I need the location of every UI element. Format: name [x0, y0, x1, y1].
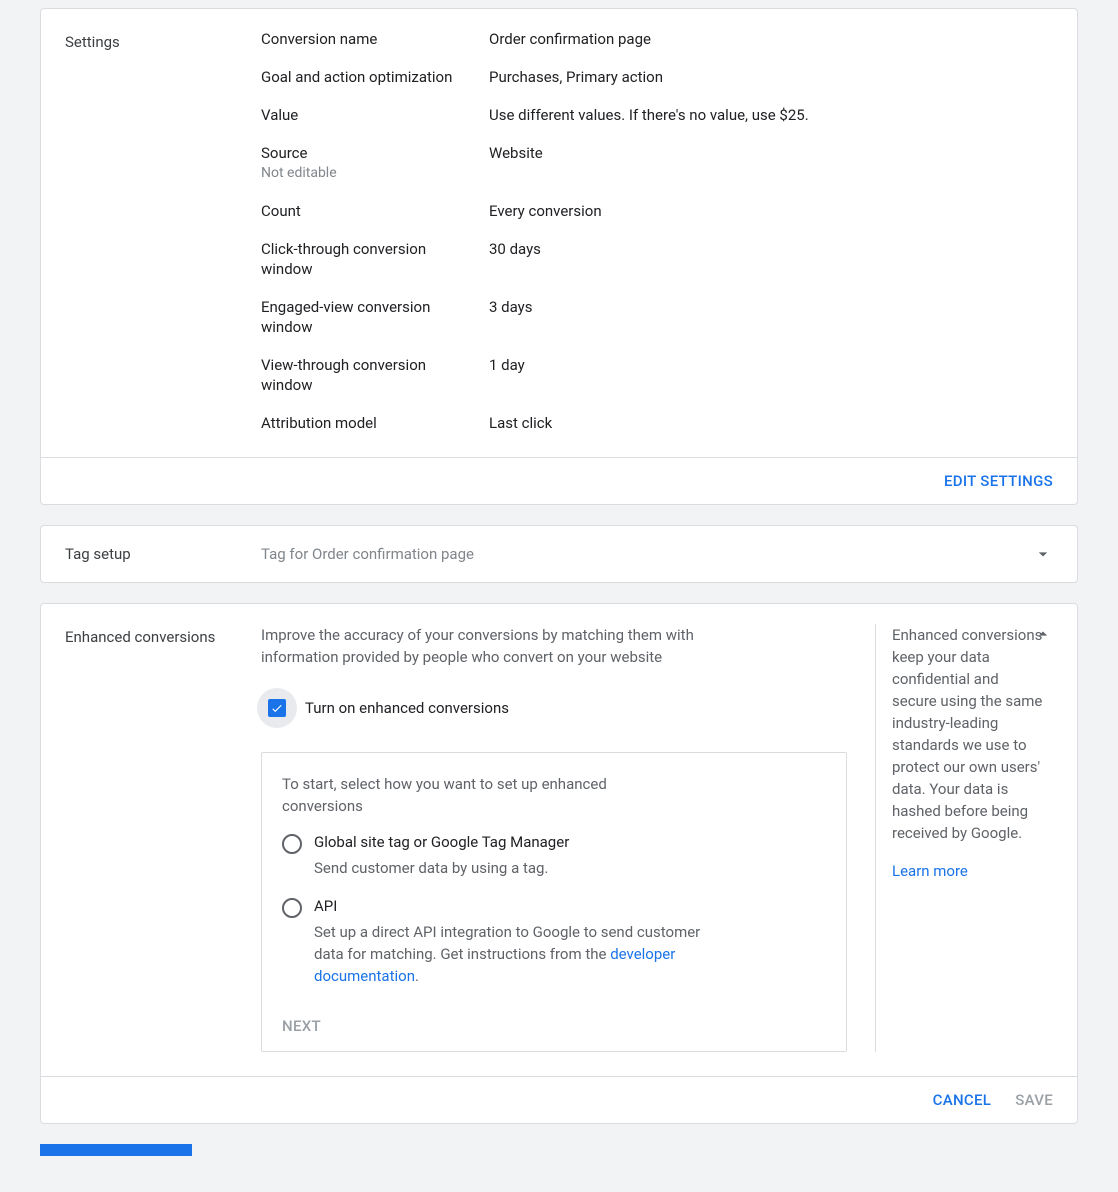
- next-button[interactable]: NEXT: [282, 1017, 321, 1035]
- settings-row: Source Not editable Website: [261, 143, 1053, 183]
- setting-label: Attribution model: [261, 413, 489, 433]
- radio-desc: Send customer data by using a tag.: [314, 857, 724, 879]
- side-panel-text: Enhanced conversions keep your data conf…: [892, 624, 1047, 844]
- enhanced-section-label: Enhanced conversions: [65, 624, 261, 1052]
- settings-row: Conversion name Order confirmation page: [261, 29, 1053, 49]
- primary-button-partial[interactable]: [40, 1144, 192, 1156]
- setting-label: Engaged-view conversion window: [261, 297, 489, 337]
- setting-label: Click-through conversion window: [261, 239, 489, 279]
- settings-table: Conversion name Order confirmation page …: [261, 29, 1053, 433]
- settings-row: Goal and action optimization Purchases, …: [261, 67, 1053, 87]
- radio-desc: Set up a direct API integration to Googl…: [314, 921, 724, 987]
- setting-value: 1 day: [489, 355, 525, 395]
- side-panel: Enhanced conversions keep your data conf…: [875, 624, 1053, 1052]
- setting-value: Order confirmation page: [489, 29, 651, 49]
- settings-row: View-through conversion window 1 day: [261, 355, 1053, 395]
- tag-setup-row[interactable]: Tag setup Tag for Order confirmation pag…: [40, 525, 1078, 583]
- radio-gtag[interactable]: [282, 834, 302, 854]
- radio-label: Global site tag or Google Tag Manager: [314, 833, 826, 851]
- learn-more-link[interactable]: Learn more: [892, 862, 1047, 880]
- radio-option: Global site tag or Google Tag Manager Se…: [282, 833, 826, 879]
- setting-value: 30 days: [489, 239, 541, 279]
- enhanced-checkbox-label: Turn on enhanced conversions: [305, 699, 509, 717]
- setting-value: Use different values. If there's no valu…: [489, 105, 809, 125]
- setting-label: View-through conversion window: [261, 355, 489, 395]
- setting-label: Goal and action optimization: [261, 67, 489, 87]
- setting-value: Last click: [489, 413, 552, 433]
- chevron-down-icon: [1033, 544, 1053, 564]
- tag-setup-label: Tag setup: [65, 545, 261, 563]
- chevron-up-icon[interactable]: [1033, 624, 1053, 644]
- setting-label: Source Not editable: [261, 143, 489, 183]
- radio-label: API: [314, 897, 826, 915]
- radio-option: API Set up a direct API integration to G…: [282, 897, 826, 987]
- edit-settings-button[interactable]: EDIT SETTINGS: [944, 472, 1053, 490]
- settings-row: Value Use different values. If there's n…: [261, 105, 1053, 125]
- setting-sublabel: Not editable: [261, 163, 481, 183]
- setting-value: Every conversion: [489, 201, 602, 221]
- enhanced-conversions-card: Enhanced conversions Improve the accurac…: [40, 603, 1078, 1124]
- setting-value: 3 days: [489, 297, 533, 337]
- setup-intro: To start, select how you want to set up …: [282, 773, 682, 817]
- cancel-button[interactable]: CANCEL: [933, 1091, 992, 1109]
- settings-row: Click-through conversion window 30 days: [261, 239, 1053, 279]
- checkbox-halo: [257, 688, 297, 728]
- enhanced-description: Improve the accuracy of your conversions…: [261, 624, 741, 668]
- save-button[interactable]: SAVE: [1015, 1091, 1053, 1109]
- settings-row: Attribution model Last click: [261, 413, 1053, 433]
- setup-box: To start, select how you want to set up …: [261, 752, 847, 1052]
- settings-row: Engaged-view conversion window 3 days: [261, 297, 1053, 337]
- setting-label: Count: [261, 201, 489, 221]
- settings-section-label: Settings: [65, 29, 261, 433]
- setting-value: Website: [489, 143, 543, 183]
- enhanced-checkbox[interactable]: [268, 699, 286, 717]
- setting-label: Value: [261, 105, 489, 125]
- tag-setup-value: Tag for Order confirmation page: [261, 545, 1033, 563]
- settings-card: Settings Conversion name Order confirmat…: [40, 8, 1078, 505]
- radio-api[interactable]: [282, 898, 302, 918]
- setting-label: Conversion name: [261, 29, 489, 49]
- settings-row: Count Every conversion: [261, 201, 1053, 221]
- setting-value: Purchases, Primary action: [489, 67, 663, 87]
